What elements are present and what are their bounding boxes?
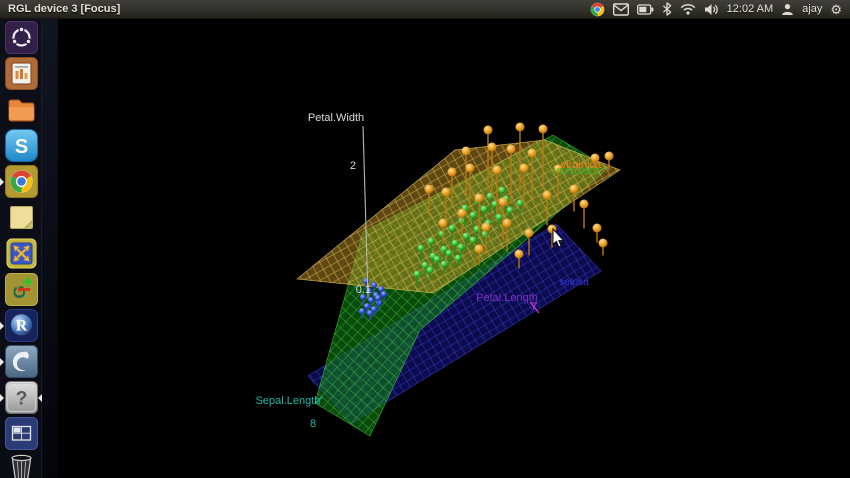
chrome-icon [5,165,38,198]
volume-icon[interactable] [704,3,719,16]
species-label-setosa: setosa [559,277,589,288]
username[interactable]: ajay [802,3,822,15]
user-icon[interactable] [781,3,794,16]
species-label-virginica: virginica [561,159,602,171]
launcher-item-sticky-notes[interactable] [0,201,42,234]
window-title: RGL device 3 [Focus] [0,3,120,15]
z-tick-01: 0.1 [356,284,371,296]
top-panel: RGL device 3 [Focus] [0,0,850,19]
gretl-icon: G [5,273,38,306]
launcher-item-trash[interactable] [0,453,42,478]
trash-icon [5,453,38,478]
launcher-item-workspace-switcher[interactable] [0,417,42,450]
z-axis-label: Petal.Width [308,112,364,124]
unknown-app-icon: ? [5,381,38,414]
swirl-icon [5,345,38,378]
launcher-item-diagram-arrows-app[interactable] [0,237,42,270]
z-tick-2: 2 [350,160,356,172]
desktop: Petal.Width 2 0.1 Sepal.Length 8 Petal.Length… [0,0,850,478]
wifi-icon[interactable] [680,3,696,15]
workspace-grid-icon [5,417,38,450]
launcher-item-libreoffice-impress[interactable] [0,57,42,90]
launcher: S [0,19,42,478]
r-project-icon: R [5,309,38,342]
chrome-tray-icon[interactable] [590,2,605,17]
clock[interactable]: 12:02 AM [727,3,773,15]
launcher-item-r-project[interactable]: R [0,309,42,342]
svg-text:R: R [15,318,27,335]
folder-icon [5,93,38,126]
sticky-note-icon [5,201,38,234]
launcher-item-dash-home[interactable] [0,21,42,54]
launcher-item-file-manager[interactable] [0,93,42,126]
x-axis-label: Sepal.Length [256,395,321,407]
four-arrows-icon [5,237,38,270]
rgl-plot-canvas[interactable]: Petal.Width 2 0.1 Sepal.Length 8 Petal.Length… [0,0,850,478]
launcher-item-chrome[interactable] [0,165,42,198]
ubuntu-logo-icon [5,21,38,54]
skype-icon: S [5,129,38,162]
impress-icon [5,57,38,90]
mail-icon[interactable] [613,3,629,16]
bluetooth-icon[interactable] [662,2,672,16]
svg-text:S: S [14,136,27,158]
launcher-item-gretl[interactable]: G [0,273,42,306]
battery-icon[interactable] [637,4,654,15]
system-tray: 12:02 AM ajay ⚙ [590,2,850,17]
svg-text:G: G [10,285,29,298]
x-tick-8: 8 [310,418,316,430]
launcher-item-skype[interactable]: S [0,129,42,162]
y-tick-7: 7 [531,301,537,313]
launcher-item-rgl-window[interactable]: ? [0,381,42,414]
settings-gear-icon[interactable]: ⚙ [830,3,842,16]
svg-text:?: ? [15,389,27,410]
y-axis-label: Petal.Length [476,292,538,304]
launcher-item-swirl-app[interactable] [0,345,42,378]
